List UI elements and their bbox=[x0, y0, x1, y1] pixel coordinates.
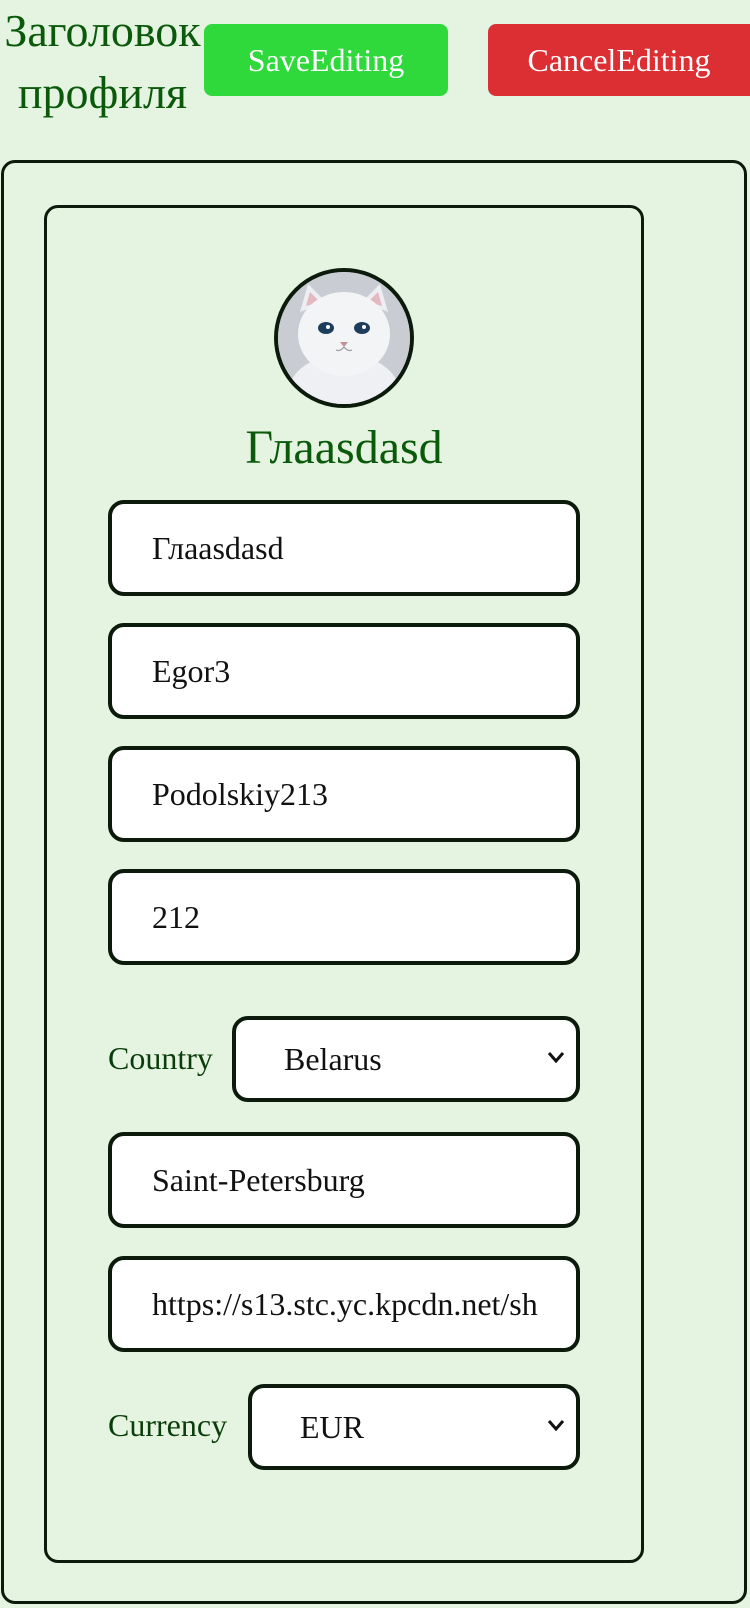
country-label: Country bbox=[108, 1040, 213, 1076]
save-editing-button[interactable]: SaveEditing bbox=[204, 24, 448, 96]
nickname-field[interactable]: Egor3 bbox=[108, 623, 580, 719]
country-select[interactable]: Belarus bbox=[232, 1016, 580, 1102]
age-field[interactable]: 212 bbox=[108, 869, 580, 965]
currency-select-value: EUR bbox=[300, 1408, 364, 1445]
cancel-editing-button[interactable]: CancelEditing bbox=[488, 24, 750, 96]
avatar bbox=[274, 268, 414, 408]
chevron-down-icon bbox=[547, 1052, 565, 1064]
photo-url-field[interactable]: https://s13.stc.yc.kpcdn.net/sh bbox=[108, 1256, 580, 1352]
chevron-down-icon bbox=[547, 1420, 565, 1432]
currency-label: Currency bbox=[108, 1407, 228, 1443]
cat-avatar-icon bbox=[278, 272, 410, 404]
currency-select[interactable]: EUR bbox=[248, 1384, 580, 1470]
first-name-field[interactable]: Глaasdasd bbox=[108, 500, 580, 596]
country-select-value: Belarus bbox=[284, 1040, 382, 1077]
city-field[interactable]: Saint-Petersburg bbox=[108, 1132, 580, 1228]
profile-display-name: Глaasdasd bbox=[245, 421, 443, 474]
page-title: Заголовок профиля bbox=[4, 5, 201, 118]
last-name-field[interactable]: Podolskiy213 bbox=[108, 746, 580, 842]
